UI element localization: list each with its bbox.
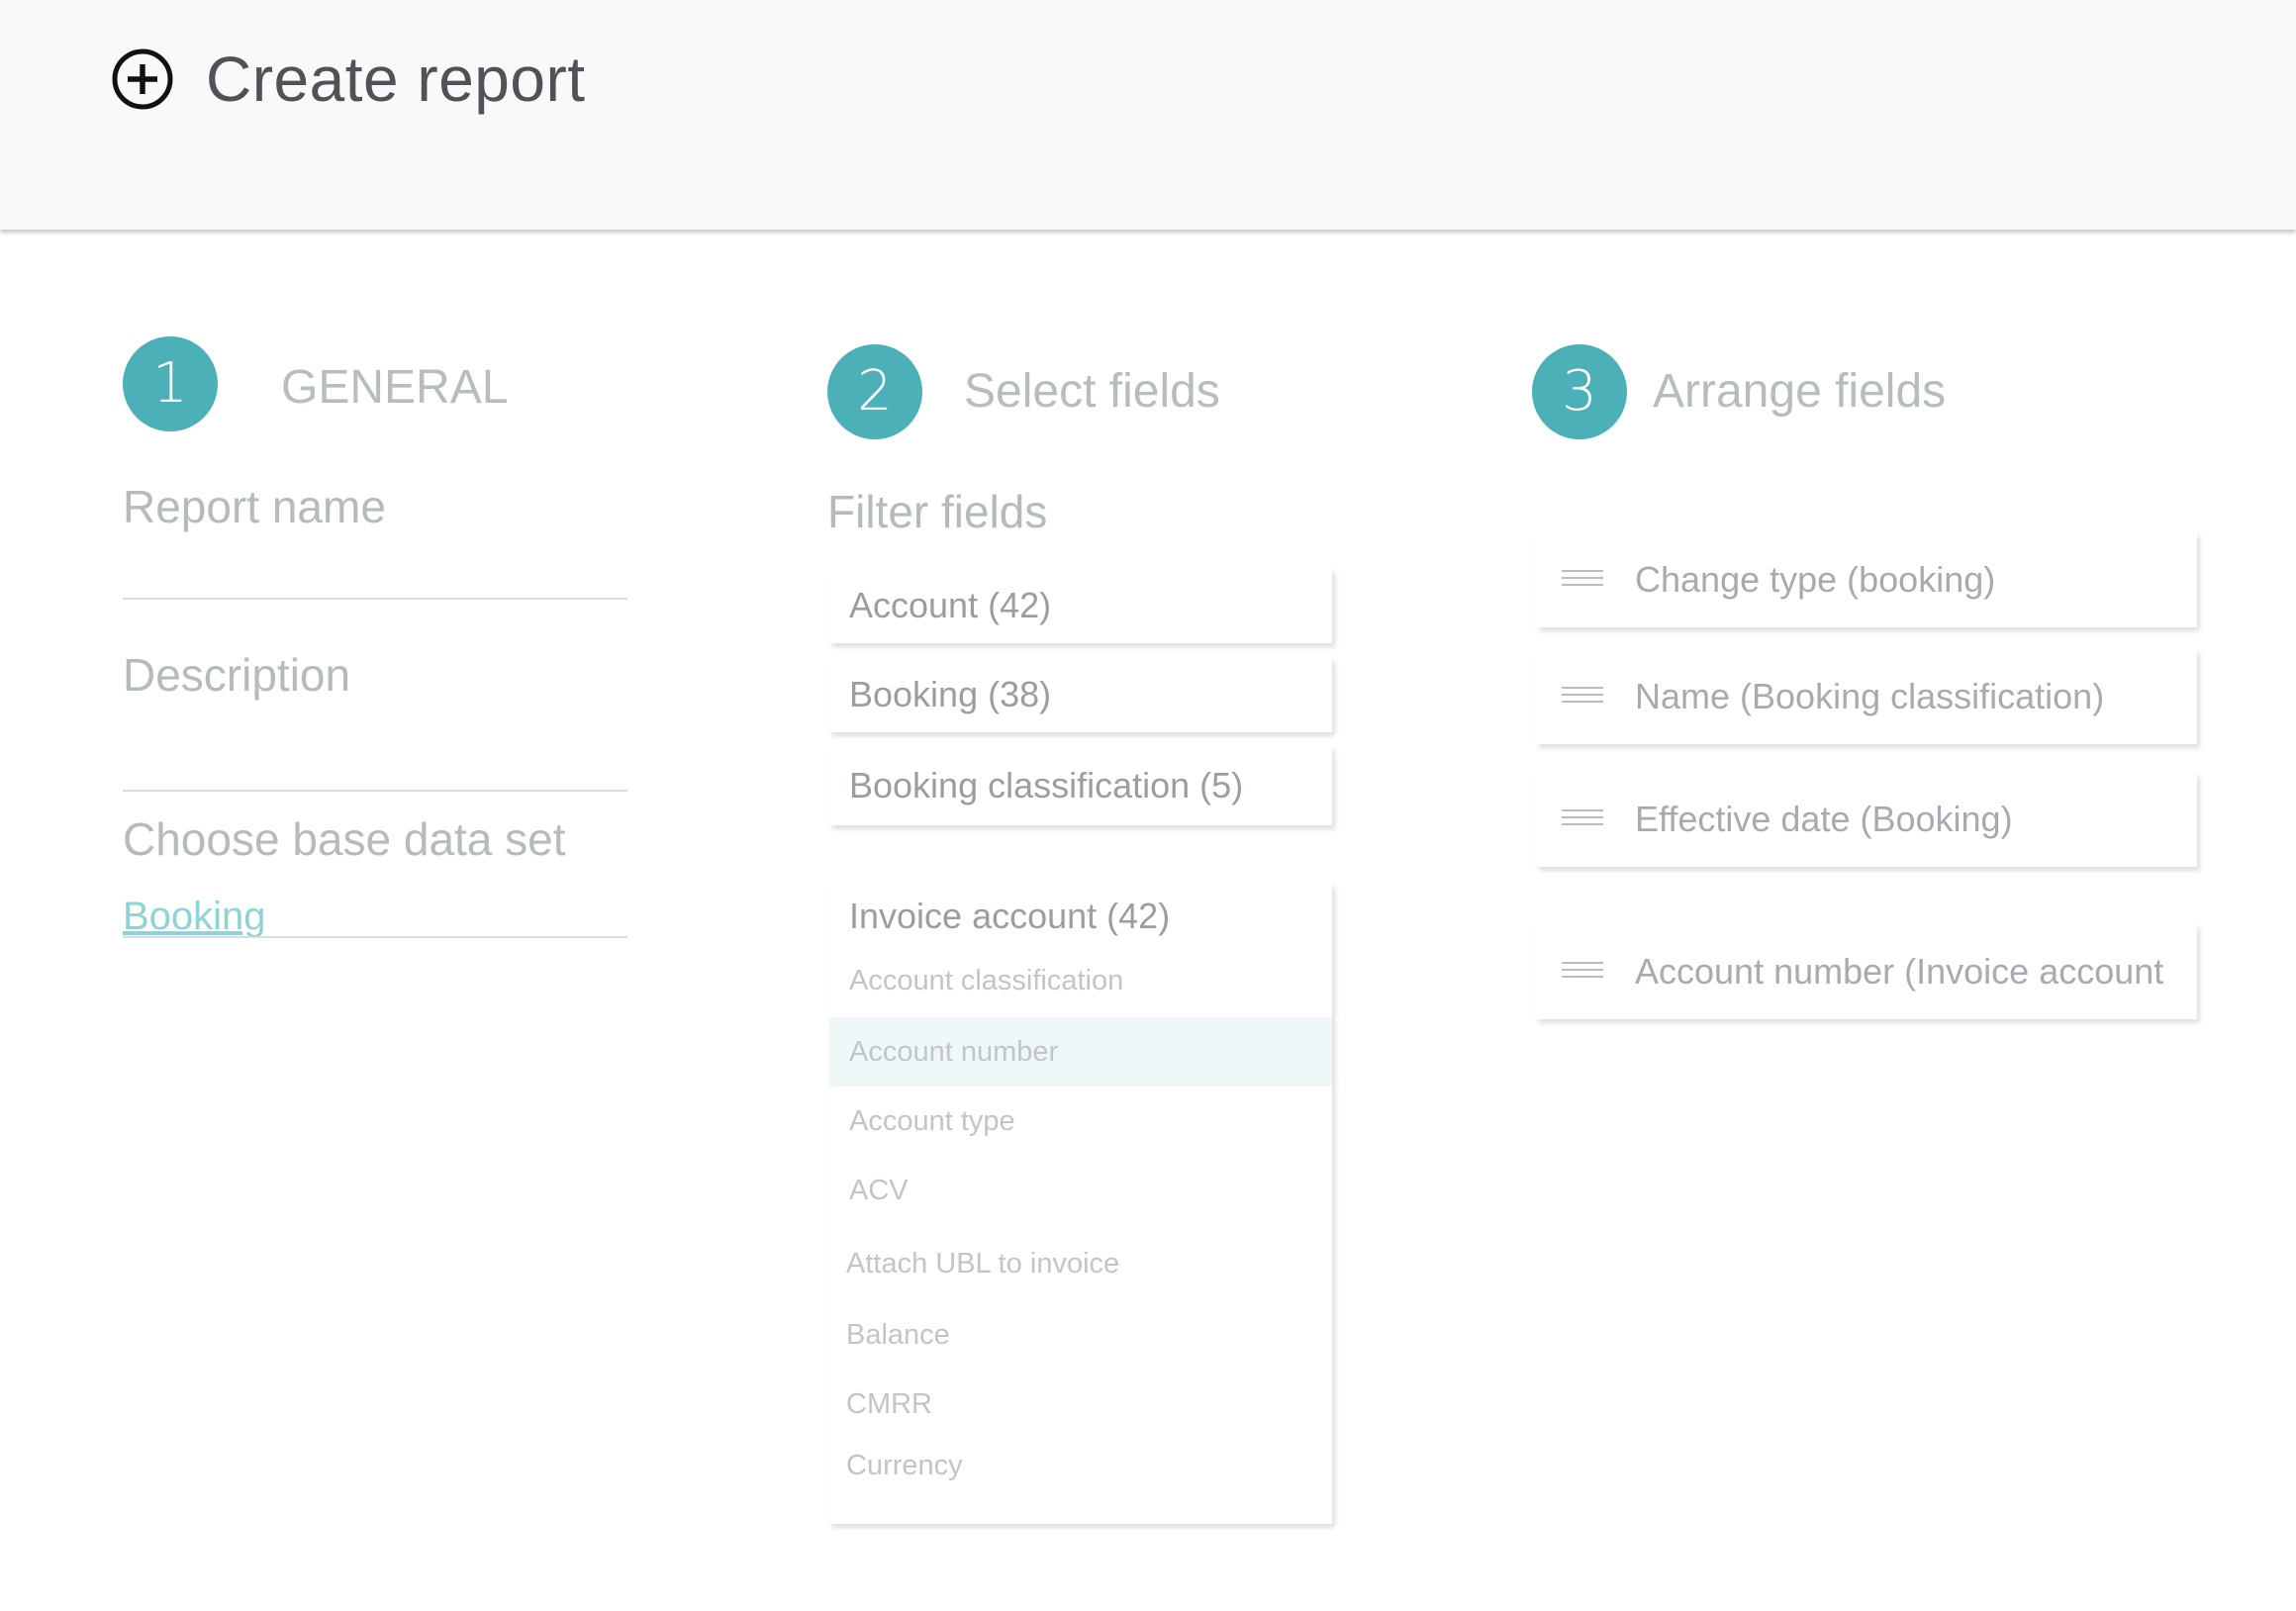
field-group-booking-classification[interactable]: Booking classification (5): [829, 746, 1332, 825]
field-group-label: Booking classification (5): [849, 765, 1244, 806]
field-group-booking[interactable]: Booking (38): [829, 657, 1332, 732]
arranged-field-item[interactable]: Account number (Invoice account: [1536, 924, 2197, 1019]
field-group-account[interactable]: Account (42): [829, 568, 1332, 643]
drag-handle-icon[interactable]: [1562, 687, 1603, 707]
drag-handle-icon[interactable]: [1562, 962, 1603, 982]
arranged-field-item[interactable]: Change type (booking): [1536, 532, 2197, 627]
filter-fields-label: Filter fields: [827, 486, 1048, 537]
arranged-field-item[interactable]: Name (Booking classification): [1536, 649, 2197, 744]
step-1-title: GENERAL: [281, 361, 509, 414]
field-option[interactable]: ACV: [829, 1156, 1332, 1225]
description-input[interactable]: [123, 740, 627, 790]
description-label: Description: [123, 649, 351, 701]
base-data-set-label: Choose base data set: [123, 813, 566, 865]
arranged-field-label: Account number (Invoice account: [1635, 951, 2164, 992]
field-option-selected[interactable]: Account number: [829, 1017, 1332, 1087]
step-3-title: Arrange fields: [1653, 365, 1947, 418]
field-option[interactable]: Balance: [829, 1300, 1332, 1370]
field-group-label: Account (42): [849, 585, 1052, 625]
arranged-field-label: Name (Booking classification): [1635, 676, 2105, 716]
step-2-title: Select fields: [964, 365, 1220, 418]
description-underline: [123, 790, 627, 792]
step-2-number: 2: [827, 344, 922, 439]
field-option[interactable]: Currency: [829, 1431, 1332, 1500]
field-option[interactable]: Account type: [829, 1087, 1332, 1156]
report-name-label: Report name: [123, 481, 386, 532]
arranged-field-label: Change type (booking): [1635, 559, 1996, 600]
field-group-invoice-account-title[interactable]: Invoice account (42): [849, 889, 1170, 944]
field-group-invoice-account: Invoice account (42) Account classificat…: [829, 883, 1332, 1524]
field-option[interactable]: Attach UBL to invoice: [829, 1229, 1332, 1298]
field-option[interactable]: Account classification: [829, 946, 1332, 1015]
report-name-input[interactable]: [123, 546, 627, 596]
base-data-set-select[interactable]: Booking: [123, 891, 627, 942]
base-data-set-value: Booking: [123, 895, 266, 938]
field-group-label: Booking (38): [849, 674, 1052, 714]
arranged-field-label: Effective date (Booking): [1635, 799, 2013, 839]
step-3-number: 3: [1532, 344, 1627, 439]
base-data-set-underline: [123, 936, 627, 938]
page-title: Create report: [206, 44, 586, 115]
step-1-number: 1: [123, 336, 218, 431]
arranged-field-item[interactable]: Effective date (Booking): [1536, 772, 2197, 867]
add-circle-icon[interactable]: [111, 47, 174, 111]
drag-handle-icon[interactable]: [1562, 809, 1603, 829]
report-name-underline: [123, 598, 627, 600]
drag-handle-icon[interactable]: [1562, 570, 1603, 590]
field-option[interactable]: CMRR: [829, 1370, 1332, 1439]
page-header: Create report: [0, 0, 2296, 230]
